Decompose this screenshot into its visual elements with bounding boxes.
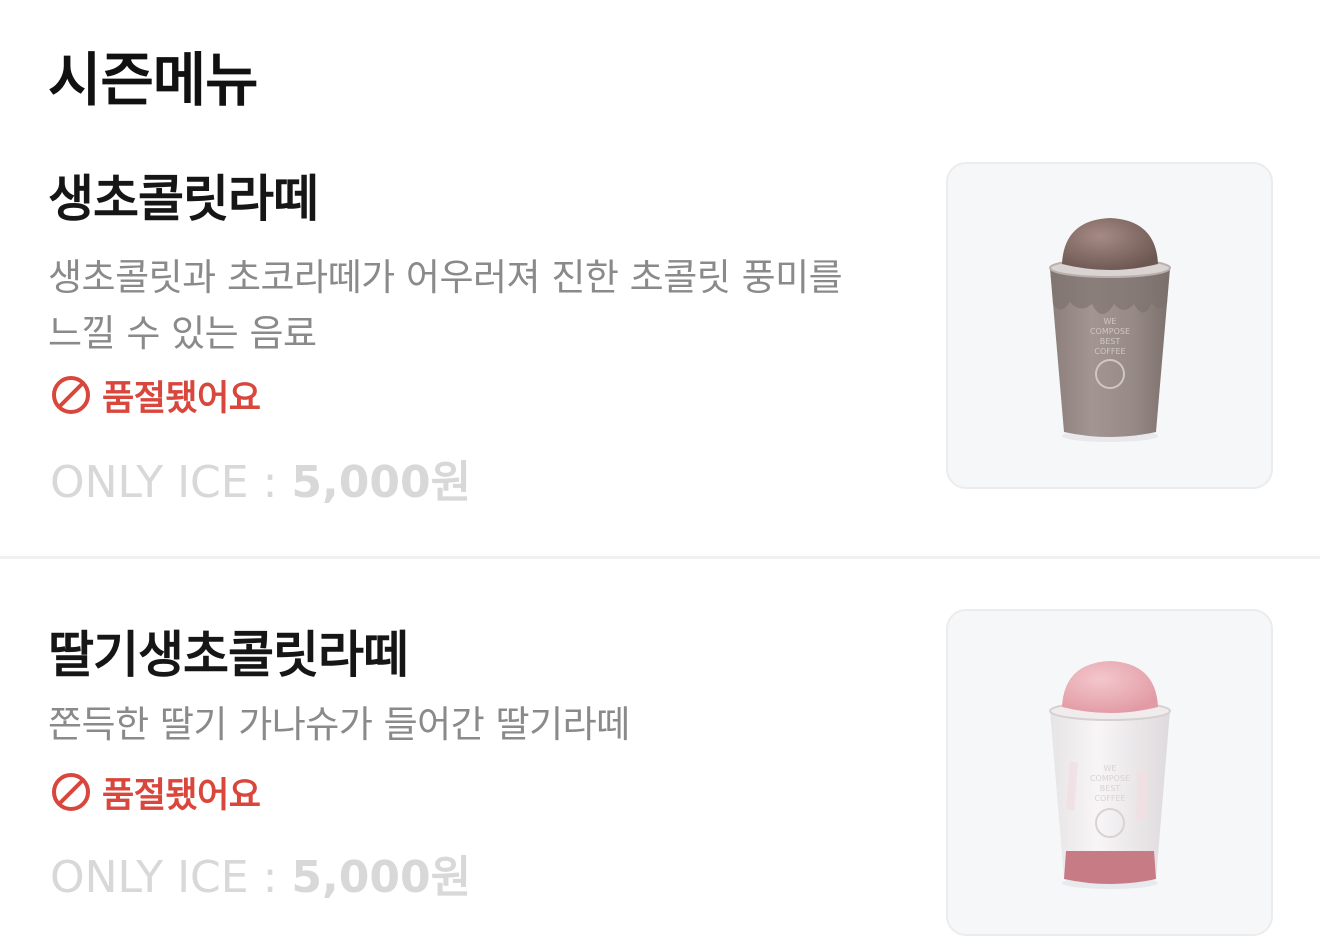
prohibited-icon (52, 376, 90, 414)
soldout-label: 품절됐어요 (102, 775, 261, 816)
svg-text:COMPOSE: COMPOSE (1090, 327, 1130, 336)
price-value: 5,000원 (291, 457, 472, 508)
prohibited-icon (52, 773, 90, 811)
svg-text:COFFEE: COFFEE (1094, 794, 1125, 803)
product-image: WE COMPOSE BEST COFFEE (946, 609, 1273, 936)
divider (0, 556, 1320, 559)
product-image: WE COMPOSE BEST COFFEE (946, 162, 1273, 489)
item-description: 생초콜릿과 초코라떼가 어우러져 진한 초콜릿 풍미를 느낄 수 있는 음료 (48, 256, 843, 355)
svg-text:WE: WE (1104, 317, 1117, 326)
soldout-badge: 품절됐어요 (50, 770, 261, 816)
soldout-badge: 품절됐어요 (50, 373, 261, 419)
price-prefix: ONLY ICE : (50, 852, 292, 903)
price-value: 5,000원 (291, 852, 472, 903)
menu-item-chocolate-latte[interactable]: 생초콜릿라떼 생초콜릿과 초코라떼가 어우러져 진한 초콜릿 풍미를 느낄 수 … (0, 150, 1320, 558)
item-name: 생초콜릿라떼 (48, 170, 319, 228)
item-name: 딸기생초콜릿라떼 (48, 626, 409, 684)
section-title: 시즌메뉴 (48, 46, 258, 114)
price: ONLY ICE : 5,000원 (50, 850, 471, 906)
svg-text:BEST: BEST (1100, 784, 1121, 793)
svg-text:BEST: BEST (1100, 337, 1121, 346)
price-prefix: ONLY ICE : (50, 457, 292, 508)
chocolate-latte-cup-icon: WE COMPOSE BEST COFFEE (1049, 218, 1171, 442)
soldout-label: 품절됐어요 (102, 378, 261, 419)
price: ONLY ICE : 5,000원 (50, 455, 471, 511)
svg-text:COMPOSE: COMPOSE (1090, 774, 1130, 783)
menu-item-strawberry-chocolate-latte[interactable]: 딸기생초콜릿라떼 쫀득한 딸기 가나슈가 들어간 딸기라떼 품절됐어요 ONLY… (0, 560, 1320, 951)
strawberry-latte-cup-icon: WE COMPOSE BEST COFFEE (1049, 661, 1171, 889)
svg-text:WE: WE (1104, 764, 1117, 773)
svg-text:COFFEE: COFFEE (1094, 347, 1125, 356)
item-description: 쫀득한 딸기 가나슈가 들어간 딸기라떼 (48, 703, 630, 746)
